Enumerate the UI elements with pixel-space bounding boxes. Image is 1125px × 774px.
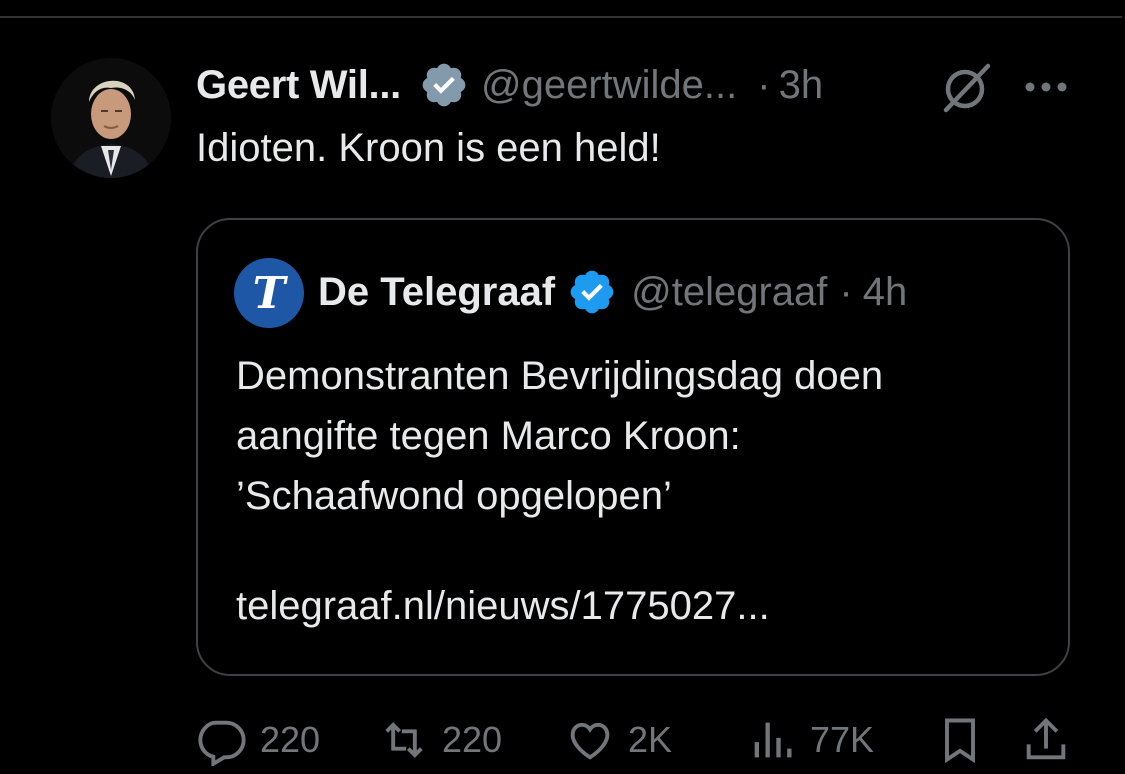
reply-icon — [198, 720, 246, 766]
header-separator: · — [757, 62, 771, 107]
share-icon — [1026, 717, 1066, 760]
top-divider — [0, 16, 1122, 18]
quoted-tweet-link[interactable]: telegraaf.nl/nieuws/1775027... — [236, 584, 770, 629]
like-button[interactable]: 2K — [564, 714, 672, 766]
quoted-tweet-card[interactable]: T De Telegraaf @telegraaf · 4h Demonstra… — [196, 218, 1070, 676]
quoted-author-handle[interactable]: @telegraaf — [631, 270, 827, 315]
quoted-tweet-header: De Telegraaf @telegraaf · 4h — [318, 264, 907, 320]
more-icon[interactable] — [1022, 72, 1070, 102]
gray-verified-badge-icon[interactable] — [419, 60, 469, 110]
tweet-header: Geert Wil... @geertwilde... · 3h — [196, 58, 823, 112]
tweet-time[interactable]: 3h — [779, 63, 824, 108]
repost-icon — [385, 722, 423, 758]
reply-count: 220 — [260, 719, 321, 760]
telegraaf-logo[interactable]: T — [234, 258, 304, 328]
bookmark-icon — [945, 718, 975, 764]
quoted-author-name[interactable]: De Telegraaf — [318, 270, 555, 315]
quoted-tweet-text: Demonstranten Bevrijdingsdag doen aangif… — [236, 346, 1056, 526]
grok-icon[interactable] — [938, 58, 996, 116]
tweet-actions-bar: 220 220 2K 77K — [196, 714, 1076, 774]
views-icon — [754, 722, 792, 758]
author-name[interactable]: Geert Wil... — [196, 63, 401, 108]
blue-verified-badge-icon[interactable] — [567, 267, 617, 317]
share-button[interactable] — [1020, 714, 1072, 766]
like-count: 2K — [628, 719, 673, 760]
author-avatar[interactable] — [51, 58, 171, 178]
repost-button[interactable]: 220 — [378, 714, 502, 766]
views-count: 77K — [810, 719, 875, 760]
reply-button[interactable]: 220 — [196, 714, 320, 766]
repost-count: 220 — [442, 719, 503, 760]
quoted-text-line: Demonstranten Bevrijdingsdag doen — [236, 354, 884, 398]
tweet-text: Idioten. Kroon is een held! — [196, 126, 661, 170]
quoted-tweet-time[interactable]: 4h — [863, 270, 908, 315]
author-handle[interactable]: @geertwilde... — [481, 63, 737, 108]
quoted-header-separator: · — [839, 269, 853, 314]
quoted-text-line: aangifte tegen Marco Kroon: — [236, 414, 741, 458]
quoted-text-line: ’Schaafwond opgelopen’ — [236, 474, 672, 518]
bookmark-button[interactable] — [934, 714, 986, 766]
like-icon — [570, 722, 610, 760]
avatar-photo — [51, 58, 171, 178]
views-button[interactable]: 77K — [746, 714, 874, 766]
